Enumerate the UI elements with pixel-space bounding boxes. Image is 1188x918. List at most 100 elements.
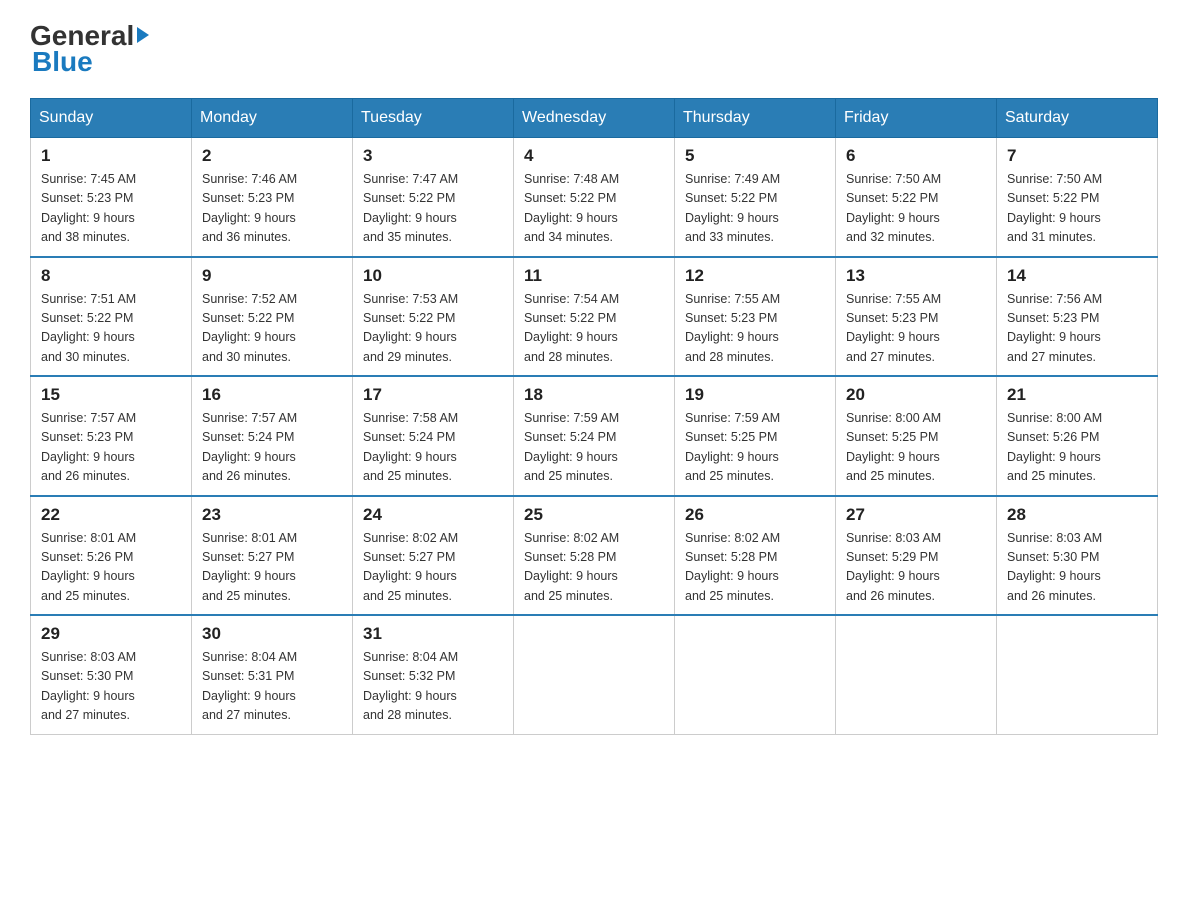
- day-info: Sunrise: 7:48 AMSunset: 5:22 PMDaylight:…: [524, 170, 664, 248]
- calendar-cell: 5Sunrise: 7:49 AMSunset: 5:22 PMDaylight…: [675, 138, 836, 257]
- day-number: 17: [363, 385, 503, 405]
- header-sunday: Sunday: [31, 99, 192, 138]
- calendar-cell: 30 Sunrise: 8:04 AMSunset: 5:31 PMDayligh…: [192, 615, 353, 734]
- day-number: 1: [41, 146, 181, 166]
- day-info: Sunrise: 8:04 AMSunset: 5:31 PMDaylight:…: [202, 648, 342, 726]
- calendar-cell: 16Sunrise: 7:57 AMSunset: 5:24 PMDayligh…: [192, 376, 353, 496]
- calendar-cell: 13 Sunrise: 7:55 AMSunset: 5:23 PMDayligh…: [836, 257, 997, 377]
- calendar-cell: [997, 615, 1158, 734]
- day-info: Sunrise: 7:51 AMSunset: 5:22 PMDaylight:…: [41, 290, 181, 368]
- day-number: 29: [41, 624, 181, 644]
- calendar-cell: 17 Sunrise: 7:58 AMSunset: 5:24 PMDayligh…: [353, 376, 514, 496]
- day-info: Sunrise: 7:56 AMSunset: 5:23 PMDaylight:…: [1007, 290, 1147, 368]
- header-wednesday: Wednesday: [514, 99, 675, 138]
- calendar-table: SundayMondayTuesdayWednesdayThursdayFrid…: [30, 98, 1158, 735]
- day-info: Sunrise: 8:00 AMSunset: 5:25 PMDaylight:…: [846, 409, 986, 487]
- calendar-cell: 14 Sunrise: 7:56 AMSunset: 5:23 PMDayligh…: [997, 257, 1158, 377]
- calendar-cell: 28Sunrise: 8:03 AMSunset: 5:30 PMDayligh…: [997, 496, 1158, 616]
- day-number: 23: [202, 505, 342, 525]
- day-info: Sunrise: 7:50 AMSunset: 5:22 PMDaylight:…: [1007, 170, 1147, 248]
- calendar-cell: 19 Sunrise: 7:59 AMSunset: 5:25 PMDayligh…: [675, 376, 836, 496]
- day-number: 14: [1007, 266, 1147, 286]
- calendar-cell: 6 Sunrise: 7:50 AMSunset: 5:22 PMDaylight…: [836, 138, 997, 257]
- calendar-cell: 23 Sunrise: 8:01 AMSunset: 5:27 PMDayligh…: [192, 496, 353, 616]
- calendar-cell: 11 Sunrise: 7:54 AMSunset: 5:22 PMDayligh…: [514, 257, 675, 377]
- day-info: Sunrise: 7:55 AMSunset: 5:23 PMDaylight:…: [846, 290, 986, 368]
- day-number: 6: [846, 146, 986, 166]
- day-number: 25: [524, 505, 664, 525]
- calendar-week-4: 22 Sunrise: 8:01 AMSunset: 5:26 PMDayligh…: [31, 496, 1158, 616]
- calendar-cell: 2 Sunrise: 7:46 AMSunset: 5:23 PMDaylight…: [192, 138, 353, 257]
- header-monday: Monday: [192, 99, 353, 138]
- day-info: Sunrise: 8:02 AMSunset: 5:28 PMDaylight:…: [685, 529, 825, 607]
- day-info: Sunrise: 7:46 AMSunset: 5:23 PMDaylight:…: [202, 170, 342, 248]
- calendar-cell: [514, 615, 675, 734]
- calendar-cell: 24 Sunrise: 8:02 AMSunset: 5:27 PMDayligh…: [353, 496, 514, 616]
- day-number: 11: [524, 266, 664, 286]
- calendar-cell: 26 Sunrise: 8:02 AMSunset: 5:28 PMDayligh…: [675, 496, 836, 616]
- day-number: 30: [202, 624, 342, 644]
- day-number: 13: [846, 266, 986, 286]
- day-number: 9: [202, 266, 342, 286]
- day-info: Sunrise: 8:02 AMSunset: 5:27 PMDaylight:…: [363, 529, 503, 607]
- day-number: 10: [363, 266, 503, 286]
- calendar-cell: 7 Sunrise: 7:50 AMSunset: 5:22 PMDaylight…: [997, 138, 1158, 257]
- logo-triangle-icon: [137, 27, 149, 43]
- day-info: Sunrise: 7:59 AMSunset: 5:24 PMDaylight:…: [524, 409, 664, 487]
- day-number: 22: [41, 505, 181, 525]
- logo-blue-text: Blue: [32, 46, 93, 78]
- day-number: 31: [363, 624, 503, 644]
- day-info: Sunrise: 7:53 AMSunset: 5:22 PMDaylight:…: [363, 290, 503, 368]
- day-info: Sunrise: 8:01 AMSunset: 5:26 PMDaylight:…: [41, 529, 181, 607]
- day-number: 18: [524, 385, 664, 405]
- day-info: Sunrise: 8:02 AMSunset: 5:28 PMDaylight:…: [524, 529, 664, 607]
- calendar-cell: 29 Sunrise: 8:03 AMSunset: 5:30 PMDayligh…: [31, 615, 192, 734]
- calendar-cell: 18 Sunrise: 7:59 AMSunset: 5:24 PMDayligh…: [514, 376, 675, 496]
- calendar-cell: 22 Sunrise: 8:01 AMSunset: 5:26 PMDayligh…: [31, 496, 192, 616]
- day-number: 15: [41, 385, 181, 405]
- calendar-cell: 31 Sunrise: 8:04 AMSunset: 5:32 PMDayligh…: [353, 615, 514, 734]
- day-info: Sunrise: 8:03 AMSunset: 5:30 PMDaylight:…: [41, 648, 181, 726]
- header-thursday: Thursday: [675, 99, 836, 138]
- day-info: Sunrise: 7:50 AMSunset: 5:22 PMDaylight:…: [846, 170, 986, 248]
- calendar-cell: 15 Sunrise: 7:57 AMSunset: 5:23 PMDayligh…: [31, 376, 192, 496]
- day-info: Sunrise: 7:57 AMSunset: 5:24 PMDaylight:…: [202, 409, 342, 487]
- day-info: Sunrise: 7:47 AMSunset: 5:22 PMDaylight:…: [363, 170, 503, 248]
- day-number: 7: [1007, 146, 1147, 166]
- day-number: 12: [685, 266, 825, 286]
- day-info: Sunrise: 7:57 AMSunset: 5:23 PMDaylight:…: [41, 409, 181, 487]
- calendar-cell: 1Sunrise: 7:45 AMSunset: 5:23 PMDaylight…: [31, 138, 192, 257]
- calendar-week-1: 1Sunrise: 7:45 AMSunset: 5:23 PMDaylight…: [31, 138, 1158, 257]
- day-number: 8: [41, 266, 181, 286]
- day-info: Sunrise: 7:55 AMSunset: 5:23 PMDaylight:…: [685, 290, 825, 368]
- day-info: Sunrise: 7:59 AMSunset: 5:25 PMDaylight:…: [685, 409, 825, 487]
- header-tuesday: Tuesday: [353, 99, 514, 138]
- calendar-header-row: SundayMondayTuesdayWednesdayThursdayFrid…: [31, 99, 1158, 138]
- day-info: Sunrise: 8:01 AMSunset: 5:27 PMDaylight:…: [202, 529, 342, 607]
- day-number: 20: [846, 385, 986, 405]
- day-number: 27: [846, 505, 986, 525]
- logo: General Blue: [30, 20, 149, 78]
- calendar-cell: 12 Sunrise: 7:55 AMSunset: 5:23 PMDayligh…: [675, 257, 836, 377]
- day-number: 2: [202, 146, 342, 166]
- calendar-cell: 9Sunrise: 7:52 AMSunset: 5:22 PMDaylight…: [192, 257, 353, 377]
- day-info: Sunrise: 8:03 AMSunset: 5:29 PMDaylight:…: [846, 529, 986, 607]
- day-info: Sunrise: 8:03 AMSunset: 5:30 PMDaylight:…: [1007, 529, 1147, 607]
- calendar-cell: 27 Sunrise: 8:03 AMSunset: 5:29 PMDayligh…: [836, 496, 997, 616]
- day-number: 26: [685, 505, 825, 525]
- day-info: Sunrise: 7:54 AMSunset: 5:22 PMDaylight:…: [524, 290, 664, 368]
- day-number: 5: [685, 146, 825, 166]
- day-info: Sunrise: 8:00 AMSunset: 5:26 PMDaylight:…: [1007, 409, 1147, 487]
- day-info: Sunrise: 7:58 AMSunset: 5:24 PMDaylight:…: [363, 409, 503, 487]
- day-info: Sunrise: 8:04 AMSunset: 5:32 PMDaylight:…: [363, 648, 503, 726]
- day-number: 19: [685, 385, 825, 405]
- calendar-cell: [675, 615, 836, 734]
- calendar-cell: 3Sunrise: 7:47 AMSunset: 5:22 PMDaylight…: [353, 138, 514, 257]
- calendar-cell: 4 Sunrise: 7:48 AMSunset: 5:22 PMDaylight…: [514, 138, 675, 257]
- calendar-cell: 20 Sunrise: 8:00 AMSunset: 5:25 PMDayligh…: [836, 376, 997, 496]
- day-number: 4: [524, 146, 664, 166]
- calendar-cell: [836, 615, 997, 734]
- calendar-week-3: 15 Sunrise: 7:57 AMSunset: 5:23 PMDayligh…: [31, 376, 1158, 496]
- day-number: 24: [363, 505, 503, 525]
- header-friday: Friday: [836, 99, 997, 138]
